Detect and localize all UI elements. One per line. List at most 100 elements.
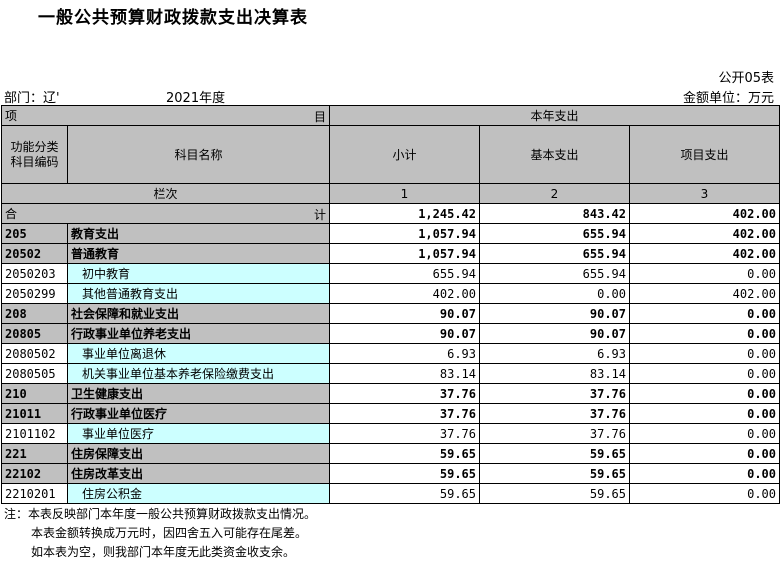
table-row: 2210201 住房公积金 59.65 59.65 0.00 — [1, 483, 780, 504]
row-subtotal: 90.07 — [329, 303, 480, 324]
row-code: 20502 — [1, 243, 68, 264]
form-code: 公开05表 — [718, 71, 774, 86]
row-project: 0.00 — [629, 483, 780, 504]
row-project: 0.00 — [629, 403, 780, 424]
row-subtotal: 37.76 — [329, 423, 480, 444]
row-project: 402.00 — [629, 283, 780, 304]
row-name: 社会保障和就业支出 — [67, 303, 330, 324]
row-subtotal: 655.94 — [329, 263, 480, 284]
row-project: 0.00 — [629, 363, 780, 384]
row-project: 402.00 — [629, 223, 780, 244]
total-subtotal: 1,245.42 — [329, 203, 480, 224]
row-subtotal: 59.65 — [329, 463, 480, 484]
table-row: 221 住房保障支出 59.65 59.65 0.00 — [1, 443, 780, 464]
row-name: 普通教育 — [67, 243, 330, 264]
row-project: 0.00 — [629, 303, 780, 324]
row-name: 住房保障支出 — [67, 443, 330, 464]
table-row: 20805 行政事业单位养老支出 90.07 90.07 0.00 — [1, 323, 780, 344]
total-label-left: 合 — [5, 207, 18, 221]
row-name: 其他普通教育支出 — [67, 283, 330, 304]
header-item-cell: 项 目 — [1, 105, 330, 126]
row-subtotal: 59.65 — [329, 443, 480, 464]
row-project: 0.00 — [629, 383, 780, 404]
row-code: 210 — [1, 383, 68, 404]
row-project: 0.00 — [629, 463, 780, 484]
table-row: 2050299 其他普通教育支出 402.00 0.00 402.00 — [1, 283, 780, 304]
row-project: 0.00 — [629, 423, 780, 444]
row-project: 0.00 — [629, 343, 780, 364]
row-name: 事业单位医疗 — [67, 423, 330, 444]
row-code: 2080505 — [1, 363, 68, 384]
column-index-2: 2 — [479, 183, 630, 204]
row-name: 卫生健康支出 — [67, 383, 330, 404]
header-current-year: 本年支出 — [329, 105, 780, 126]
row-subtotal: 6.93 — [329, 343, 480, 364]
row-code: 2050299 — [1, 283, 68, 304]
table-row: 208 社会保障和就业支出 90.07 90.07 0.00 — [1, 303, 780, 324]
total-project: 402.00 — [629, 203, 780, 224]
row-basic: 37.76 — [479, 383, 630, 404]
row-basic: 83.14 — [479, 363, 630, 384]
note-line: 注：本表反映部门本年度一般公共预算财政拨款支出情况。 — [4, 507, 317, 521]
row-basic: 90.07 — [479, 303, 630, 324]
row-name: 行政事业单位养老支出 — [67, 323, 330, 344]
row-basic: 655.94 — [479, 223, 630, 244]
row-name: 事业单位离退休 — [67, 343, 330, 364]
row-basic: 59.65 — [479, 483, 630, 504]
table-row: 2080502 事业单位离退休 6.93 6.93 0.00 — [1, 343, 780, 364]
row-subtotal: 1,057.94 — [329, 223, 480, 244]
table-row: 2101102 事业单位医疗 37.76 37.76 0.00 — [1, 423, 780, 444]
note-line: 本表金额转换成万元时，因四舍五入可能存在尾差。 — [31, 526, 308, 540]
row-subtotal: 83.14 — [329, 363, 480, 384]
row-basic: 90.07 — [479, 323, 630, 344]
row-name: 住房改革支出 — [67, 463, 330, 484]
row-name: 初中教育 — [67, 263, 330, 284]
header-func-code: 功能分类 科目编码 — [1, 125, 68, 184]
row-subtotal: 37.76 — [329, 403, 480, 424]
expenditure-table: 项 目 本年支出 功能分类 科目编码 科目名称 小计 基本支出 项目支出 栏次 … — [1, 105, 780, 504]
header-project: 项目支出 — [629, 125, 780, 184]
row-subtotal: 59.65 — [329, 483, 480, 504]
total-label-cell: 合 计 — [1, 203, 330, 224]
row-project: 0.00 — [629, 443, 780, 464]
row-code: 2050203 — [1, 263, 68, 284]
header-item-right: 目 — [313, 110, 326, 124]
row-basic: 0.00 — [479, 283, 630, 304]
column-index-1: 1 — [329, 183, 480, 204]
year-label: 2021年度 — [166, 91, 226, 106]
row-subtotal: 37.76 — [329, 383, 480, 404]
row-code: 2080502 — [1, 343, 68, 364]
row-code: 205 — [1, 223, 68, 244]
note-line: 如本表为空，则我部门本年度无此类资金收支余。 — [31, 545, 296, 559]
row-code: 20805 — [1, 323, 68, 344]
row-code: 22102 — [1, 463, 68, 484]
notes: 注：本表反映部门本年度一般公共预算财政拨款支出情况。 本表金额转换成万元时，因四… — [4, 505, 316, 562]
row-basic: 59.65 — [479, 443, 630, 464]
row-basic: 37.76 — [479, 403, 630, 424]
row-subtotal: 402.00 — [329, 283, 480, 304]
table-row: 21011 行政事业单位医疗 37.76 37.76 0.00 — [1, 403, 780, 424]
header-subtotal: 小计 — [329, 125, 480, 184]
row-code: 208 — [1, 303, 68, 324]
header-item-left: 项 — [5, 109, 18, 123]
row-basic: 37.76 — [479, 423, 630, 444]
row-name: 行政事业单位医疗 — [67, 403, 330, 424]
total-basic: 843.42 — [479, 203, 630, 224]
row-subtotal: 1,057.94 — [329, 243, 480, 264]
row-code: 221 — [1, 443, 68, 464]
row-project: 402.00 — [629, 243, 780, 264]
row-code: 2101102 — [1, 423, 68, 444]
total-label-right: 计 — [313, 208, 326, 222]
table-row: 2080505 机关事业单位基本养老保险缴费支出 83.14 83.14 0.00 — [1, 363, 780, 384]
table-row: 210 卫生健康支出 37.76 37.76 0.00 — [1, 383, 780, 404]
row-project: 0.00 — [629, 323, 780, 344]
row-basic: 655.94 — [479, 263, 630, 284]
header-subject-name: 科目名称 — [67, 125, 330, 184]
table-row: 2050203 初中教育 655.94 655.94 0.00 — [1, 263, 780, 284]
table-row: 20502 普通教育 1,057.94 655.94 402.00 — [1, 243, 780, 264]
row-name: 机关事业单位基本养老保险缴费支出 — [67, 363, 330, 384]
row-name: 教育支出 — [67, 223, 330, 244]
row-basic: 655.94 — [479, 243, 630, 264]
row-project: 0.00 — [629, 263, 780, 284]
table-row: 205 教育支出 1,057.94 655.94 402.00 — [1, 223, 780, 244]
